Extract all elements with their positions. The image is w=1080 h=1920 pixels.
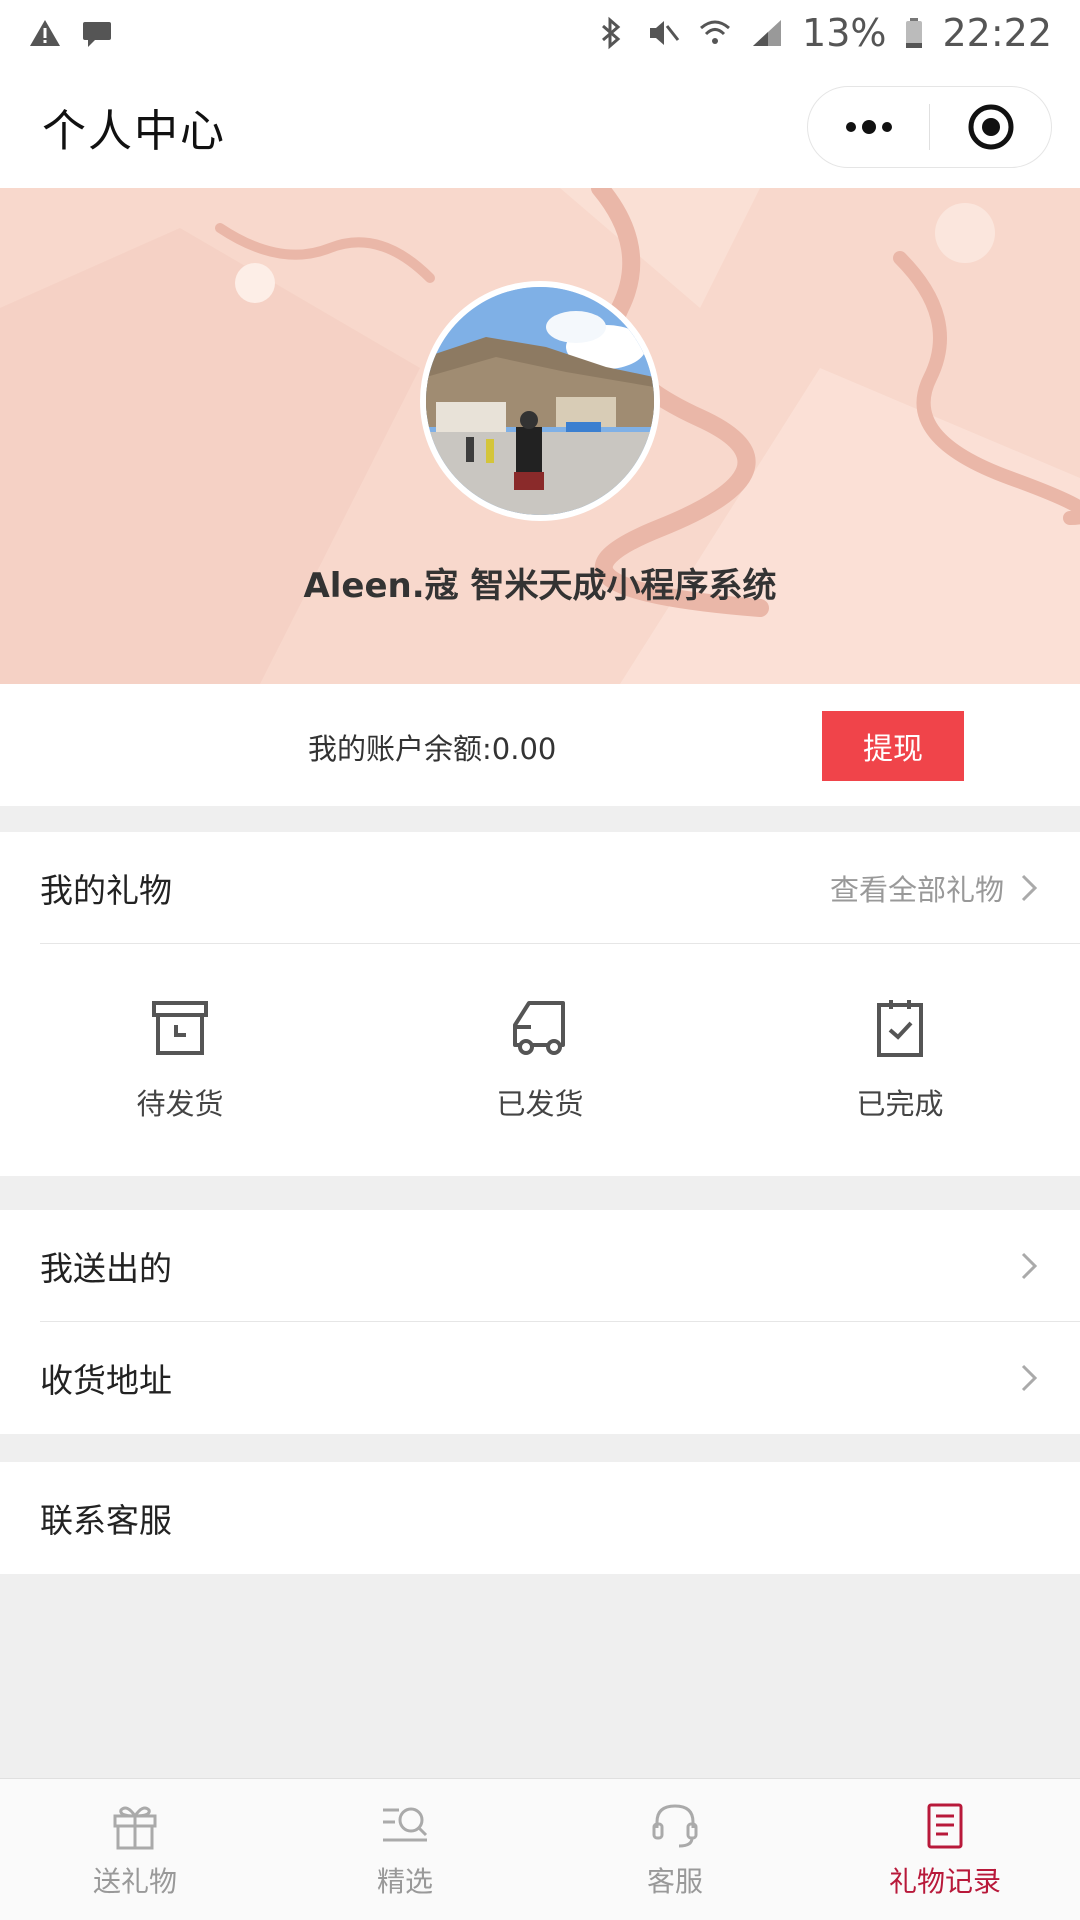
message-icon xyxy=(83,22,111,47)
gift-icon xyxy=(113,1806,157,1849)
chevron-right-icon xyxy=(1021,1364,1038,1392)
clock: 22:22 xyxy=(942,11,1052,55)
close-button[interactable] xyxy=(930,87,1051,167)
tab-label: 送礼物 xyxy=(92,1864,177,1898)
more-button[interactable] xyxy=(808,87,929,167)
battery-percent: 13% xyxy=(802,11,887,55)
tab-label: 客服 xyxy=(646,1864,703,1898)
my-gifts-title: 我的礼物 xyxy=(40,871,172,910)
my-gifts-section: 我的礼物 查看全部礼物 待发货 已发货 已完成 xyxy=(0,832,1080,1176)
tab-label: 精选 xyxy=(376,1864,433,1898)
chevron-right-icon xyxy=(1021,874,1038,902)
shipping-address-label: 收货地址 xyxy=(40,1361,172,1400)
signal-icon xyxy=(753,20,782,46)
status-label: 已发货 xyxy=(496,1087,584,1121)
tab-gift-records[interactable]: 礼物记录 xyxy=(810,1779,1080,1920)
page-title: 个人中心 xyxy=(42,106,226,157)
username: Aleen.寇 智米天成小程序系统 xyxy=(303,566,777,606)
avatar-photo xyxy=(426,287,654,515)
contact-service-row[interactable]: 联系客服 xyxy=(0,1462,1080,1574)
my-sent-gifts-row[interactable]: 我送出的 xyxy=(0,1210,1080,1322)
my-sent-gifts-label: 我送出的 xyxy=(40,1249,172,1288)
tab-bar: 送礼物 精选 客服 礼物记录 xyxy=(0,1778,1080,1920)
tab-label: 礼物记录 xyxy=(888,1864,1001,1898)
status-shipped[interactable]: 已发货 xyxy=(360,944,720,1176)
avatar[interactable] xyxy=(420,281,660,521)
bluetooth-icon xyxy=(602,16,621,50)
withdraw-button[interactable]: 提现 xyxy=(822,711,964,781)
account-balance: 我的账户余额:0.00 xyxy=(308,732,557,766)
document-icon xyxy=(927,1803,963,1848)
status-label: 待发货 xyxy=(136,1087,224,1121)
gift-status-grid: 待发货 已发货 已完成 xyxy=(0,944,1080,1176)
contact-service-label: 联系客服 xyxy=(40,1501,172,1540)
shipping-address-row[interactable]: 收货地址 xyxy=(0,1322,1080,1434)
tab-featured[interactable]: 精选 xyxy=(270,1779,540,1920)
mute-icon xyxy=(650,21,680,45)
truck-icon xyxy=(513,1001,565,1055)
balance-row: 我的账户余额:0.00 提现 xyxy=(0,684,1080,806)
wifi-icon xyxy=(700,20,730,44)
clipboard-check-icon xyxy=(877,1000,923,1057)
status-completed[interactable]: 已完成 xyxy=(720,944,1080,1176)
mini-program-capsule xyxy=(807,86,1052,168)
view-all-gifts-link[interactable]: 查看全部礼物 xyxy=(830,867,1004,909)
status-bar: 13% 22:22 xyxy=(0,0,1080,66)
search-list-icon xyxy=(383,1807,428,1841)
orders-section: 我送出的 收货地址 xyxy=(0,1210,1080,1434)
status-label: 已完成 xyxy=(856,1087,944,1121)
service-section: 联系客服 xyxy=(0,1462,1080,1574)
chevron-right-icon xyxy=(1021,1252,1038,1280)
more-dots-icon xyxy=(845,120,892,134)
target-icon xyxy=(968,104,1013,150)
nav-bar: 个人中心 xyxy=(0,66,1080,188)
tab-customer-service[interactable]: 客服 xyxy=(540,1779,810,1920)
warning-icon xyxy=(30,20,60,46)
profile-banner: Aleen.寇 智米天成小程序系统 xyxy=(0,188,1080,684)
row-divider xyxy=(40,943,1080,944)
battery-icon xyxy=(906,18,923,48)
my-gifts-header[interactable]: 我的礼物 查看全部礼物 xyxy=(0,832,1080,944)
tab-send-gift[interactable]: 送礼物 xyxy=(0,1779,270,1920)
headset-icon xyxy=(652,1803,698,1847)
box-icon xyxy=(152,1001,208,1055)
status-pending-shipment[interactable]: 待发货 xyxy=(0,944,360,1176)
